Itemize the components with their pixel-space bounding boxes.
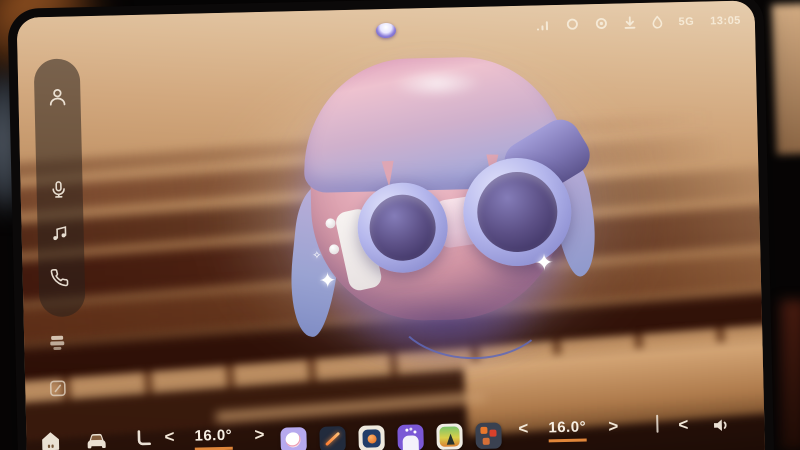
widget-keys-icon[interactable] — [48, 334, 88, 356]
sparkle-icon: ✦ — [534, 249, 554, 276]
user-icon[interactable] — [46, 86, 69, 109]
volume-down-button[interactable]: < — [678, 415, 688, 435]
parking-app-icon[interactable] — [475, 422, 502, 449]
phone-icon[interactable] — [50, 268, 73, 291]
passenger-temp-up-button[interactable]: > — [608, 417, 618, 437]
dashboard-edge-blur — [771, 3, 800, 154]
clock: 13:05 — [710, 14, 741, 27]
dock-divider — [656, 415, 658, 433]
sidebar-spacer — [58, 119, 59, 169]
speaker-icon[interactable] — [710, 414, 733, 437]
voice-circle-icon — [565, 18, 578, 31]
record-circle-icon — [594, 17, 607, 30]
seat-icon[interactable] — [130, 428, 155, 450]
note-widget-icon[interactable] — [49, 379, 90, 402]
status-icons: 5G 13:05 — [535, 14, 741, 32]
car-icon[interactable] — [84, 429, 109, 450]
assistant-avatar[interactable]: ✦ ✧ ✦ — [267, 44, 607, 384]
map-app-icon[interactable] — [436, 423, 463, 450]
ai-app-icon[interactable] — [397, 424, 424, 450]
browser-app-icon[interactable] — [358, 425, 385, 450]
passenger-temp-down-button[interactable]: < — [518, 419, 528, 439]
sidebar — [34, 58, 86, 317]
music-icon[interactable] — [49, 224, 72, 247]
assistant-orb-icon[interactable] — [376, 23, 396, 38]
volume-up-button[interactable]: > — [764, 413, 765, 433]
media-app-icon[interactable] — [280, 427, 307, 450]
download-icon — [623, 16, 635, 29]
sparkle-icon: ✦ — [319, 268, 337, 293]
sidebar-extra — [48, 334, 90, 426]
drop-icon — [651, 16, 662, 29]
sparkle-icon: ✧ — [312, 249, 322, 262]
driver-temp-value[interactable]: 16.0° — [194, 427, 232, 450]
microphone-icon[interactable] — [48, 180, 71, 203]
passenger-temp-value[interactable]: 16.0° — [548, 418, 586, 442]
app-dock — [280, 422, 502, 450]
dashboard-edge-dark — [780, 300, 800, 450]
photo-frame: 5G 13:05 — [0, 0, 800, 450]
driver-temp-down-button[interactable]: < — [164, 427, 174, 447]
driver-temp-up-button[interactable]: > — [254, 425, 264, 445]
route-app-icon[interactable] — [319, 426, 346, 450]
network-label: 5G — [678, 15, 694, 27]
car-infotainment-screen: 5G 13:05 — [17, 0, 766, 450]
signal-icon — [535, 19, 549, 31]
home-icon[interactable] — [38, 429, 63, 450]
